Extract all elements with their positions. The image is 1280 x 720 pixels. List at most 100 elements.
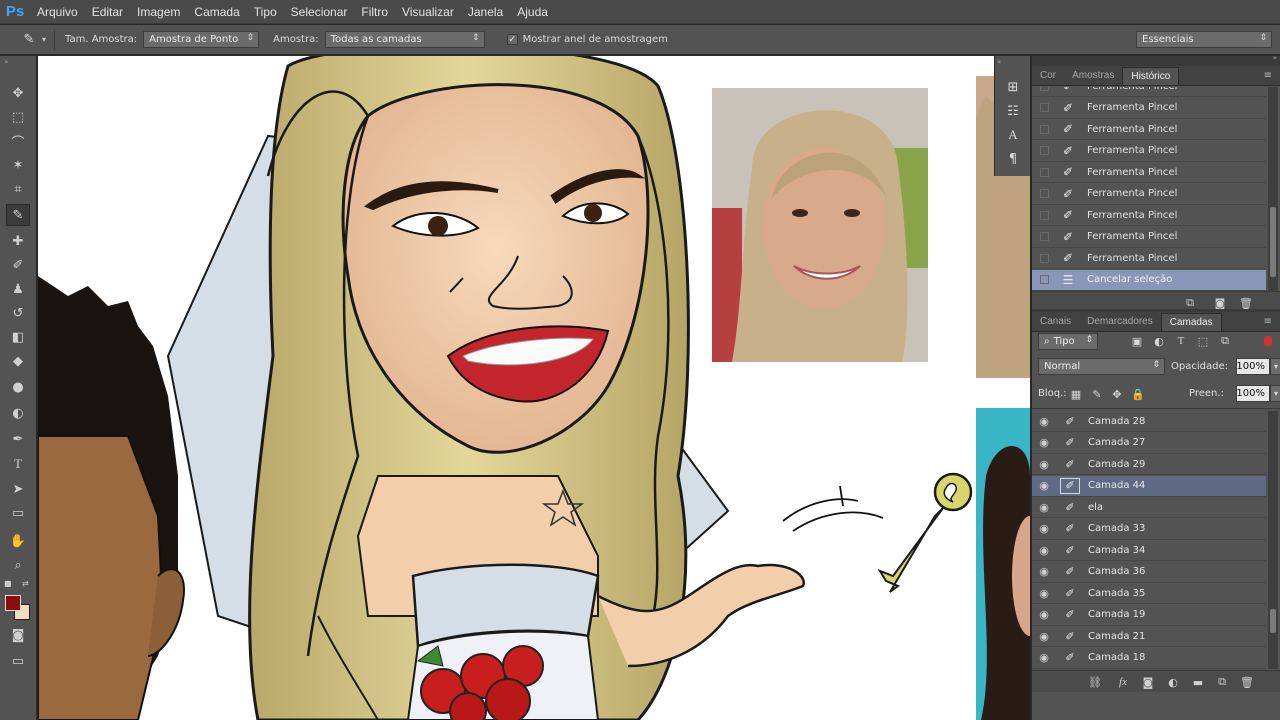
dodge-tool-icon[interactable]: ◐ (6, 402, 30, 424)
panel-menu-icon[interactable]: ≡ (1264, 70, 1272, 81)
add-mask-icon[interactable]: ◙ (1140, 674, 1156, 690)
path-selection-tool-icon[interactable]: ➤ (6, 478, 30, 500)
link-layers-icon[interactable]: ⛓ (1087, 674, 1103, 690)
filter-toggle[interactable] (1264, 336, 1272, 346)
layer-name[interactable]: Camada 29 (1088, 459, 1145, 470)
tab-camadas[interactable]: Camadas (1160, 313, 1222, 331)
character-panel-icon[interactable]: A (1001, 124, 1025, 146)
tab-canais[interactable]: Canais (1032, 313, 1079, 331)
tab-cor[interactable]: Cor (1032, 67, 1064, 85)
sample-size-select[interactable]: Amostra de Ponto (143, 31, 260, 48)
history-scrollbar[interactable] (1268, 87, 1278, 294)
type-tool-icon[interactable]: T (6, 453, 30, 475)
pen-tool-icon[interactable]: ✒ (6, 428, 30, 450)
swap-colors-icon[interactable]: ⇄ (22, 579, 29, 588)
history-state[interactable]: ✐ Ferramenta Pincel (1032, 87, 1266, 97)
clone-stamp-tool-icon[interactable]: ♟ (6, 278, 30, 300)
tab-historico[interactable]: Histórico (1122, 67, 1180, 85)
panel-menu-icon[interactable]: ≡ (1264, 316, 1272, 327)
history-toggle-icon[interactable]: ☷ (1001, 100, 1025, 122)
zoom-tool-icon[interactable]: ⌕ (6, 554, 30, 576)
layer-row[interactable]: ◉ ✐ Camada 28 (1032, 411, 1266, 432)
layer-name[interactable]: Camada 33 (1088, 523, 1145, 534)
menu-filtro[interactable]: Filtro (354, 5, 395, 19)
lock-position-icon[interactable]: ✥ (1110, 387, 1124, 401)
eyedropper-preset-icon[interactable]: ✎ (18, 29, 40, 51)
history-state[interactable]: ✐ Ferramenta Pincel (1032, 184, 1266, 205)
visibility-eye-icon[interactable]: ◉ (1032, 565, 1056, 578)
layer-name[interactable]: Camada 18 (1088, 652, 1145, 663)
history-source-checkbox[interactable] (1040, 210, 1049, 220)
visibility-eye-icon[interactable]: ◉ (1032, 544, 1056, 557)
lock-image-icon[interactable]: ✎ (1090, 387, 1104, 401)
layer-row[interactable]: ◉ ✐ Camada 27 (1032, 433, 1266, 454)
history-source-checkbox[interactable] (1040, 275, 1049, 284)
history-state[interactable]: ☰ Cancelar seleção (1032, 269, 1266, 291)
history-source-checkbox[interactable] (1040, 253, 1049, 263)
menu-janela[interactable]: Janela (461, 5, 510, 19)
visibility-eye-icon[interactable]: ◉ (1032, 587, 1056, 600)
adjustment-layer-icon[interactable]: ◐ (1165, 674, 1181, 690)
visibility-eye-icon[interactable]: ◉ (1032, 501, 1056, 514)
menu-selecionar[interactable]: Selecionar (284, 5, 355, 19)
marquee-tool-icon[interactable]: ⬚ (6, 106, 30, 128)
tool-presets-icon[interactable]: ⊞ (1001, 76, 1025, 98)
layer-name[interactable]: Camada 19 (1088, 609, 1145, 620)
history-source-checkbox[interactable] (1040, 167, 1049, 177)
history-brush-tool-icon[interactable]: ↺ (6, 302, 30, 324)
sample-select[interactable]: Todas as camadas (324, 31, 485, 48)
menu-editar[interactable]: Editar (85, 5, 130, 19)
menu-ajuda[interactable]: Ajuda (510, 5, 555, 19)
history-state[interactable]: ✐ Ferramenta Pincel (1032, 119, 1266, 140)
history-scroll-thumb[interactable] (1270, 207, 1276, 277)
opacity-dropdown-icon[interactable]: ▾ (1270, 358, 1280, 375)
workspace-select[interactable]: Essenciais (1136, 31, 1272, 48)
delete-layer-icon[interactable]: 🗑 (1239, 674, 1255, 690)
history-source-checkbox[interactable] (1040, 232, 1049, 241)
tab-amostras[interactable]: Amostras (1064, 67, 1122, 85)
paint-bucket-tool-icon[interactable]: ◆ (6, 350, 30, 372)
menu-arquivo[interactable]: Arquivo (30, 5, 85, 19)
visibility-eye-icon[interactable]: ◉ (1032, 630, 1056, 643)
layer-row[interactable]: ◉ ✐ Camada 18 (1032, 648, 1266, 669)
layer-row[interactable]: ◉ ✐ ela (1032, 497, 1266, 518)
visibility-eye-icon[interactable]: ◉ (1032, 608, 1056, 621)
history-state[interactable]: ✐ Ferramenta Pincel (1032, 162, 1266, 183)
layer-name[interactable]: Camada 21 (1088, 631, 1145, 642)
history-source-checkbox[interactable] (1040, 87, 1049, 91)
eraser-tool-icon[interactable]: ◧ (6, 326, 30, 348)
layer-name[interactable]: Camada 34 (1088, 545, 1145, 556)
history-state[interactable]: ✐ Ferramenta Pincel (1032, 98, 1266, 119)
visibility-eye-icon[interactable]: ◉ (1032, 479, 1056, 492)
new-group-icon[interactable]: ▬ (1190, 674, 1206, 690)
lock-transparent-icon[interactable]: ▦ (1069, 387, 1083, 401)
rectangle-tool-icon[interactable]: ▭ (6, 502, 30, 524)
default-colors-icon[interactable]: ■ (4, 579, 12, 588)
layer-name[interactable]: Camada 44 (1088, 480, 1145, 491)
visibility-eye-icon[interactable]: ◉ (1032, 436, 1056, 449)
visibility-eye-icon[interactable]: ◉ (1032, 458, 1056, 471)
layer-name[interactable]: Camada 27 (1088, 437, 1145, 448)
layer-row[interactable]: ◉ ✐ Camada 34 (1032, 540, 1266, 561)
brush-tool-icon[interactable]: ✐ (6, 254, 30, 276)
opacity-input[interactable]: 100% (1236, 358, 1270, 375)
magic-wand-tool-icon[interactable]: ✶ (6, 154, 30, 176)
layers-scroll-thumb[interactable] (1270, 609, 1276, 633)
collapse-icon[interactable]: « (997, 58, 1001, 66)
menu-camada[interactable]: Camada (187, 5, 246, 19)
foreground-color-swatch[interactable] (5, 595, 21, 611)
crop-tool-icon[interactable]: ⌗ (6, 178, 30, 200)
collapse-icon[interactable]: » (1273, 54, 1277, 62)
layer-name[interactable]: ela (1088, 502, 1103, 513)
layer-row[interactable]: ◉ ✐ Camada 29 (1032, 454, 1266, 475)
filter-smart-object-icon[interactable]: ⧉ (1218, 334, 1232, 348)
layer-row[interactable]: ◉ ✐ Camada 19 (1032, 605, 1266, 626)
fill-input[interactable]: 100% (1236, 385, 1270, 402)
layer-name[interactable]: Camada 35 (1088, 588, 1145, 599)
document-canvas[interactable] (38, 56, 976, 720)
history-state[interactable]: ✐ Ferramenta Pincel (1032, 227, 1266, 248)
lock-all-icon[interactable]: 🔒 (1131, 387, 1145, 401)
tab-demarcadores[interactable]: Demarcadores (1079, 313, 1161, 331)
blend-mode-select[interactable]: Normal (1038, 358, 1165, 375)
layer-row[interactable]: ◉ ✐ Camada 21 (1032, 626, 1266, 647)
